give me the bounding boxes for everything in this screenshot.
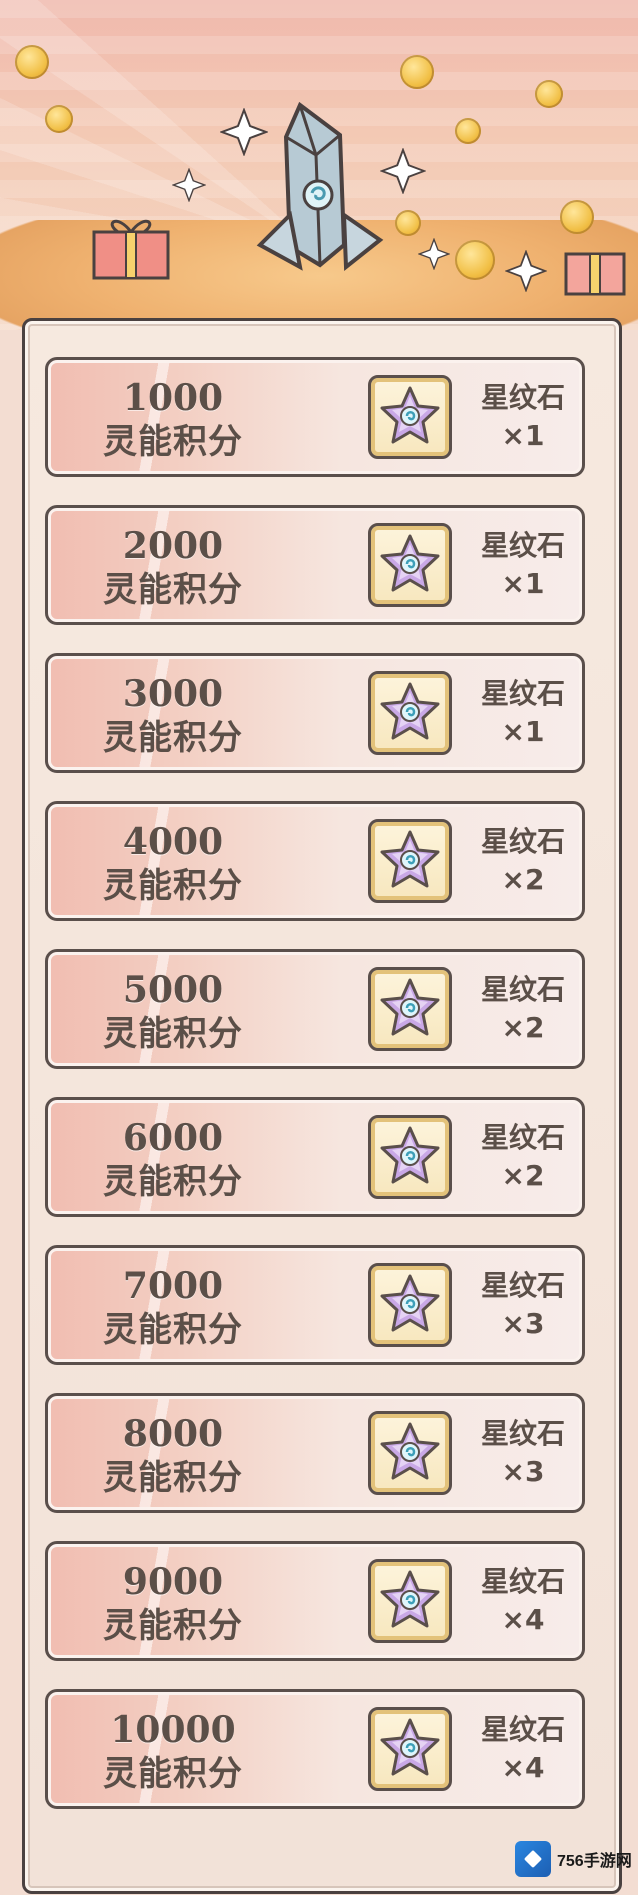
reward-item-quantity: ×1: [501, 567, 545, 600]
reward-row[interactable]: 8000 灵能积分 星纹石 ×3: [45, 1393, 585, 1513]
star-stone-icon: [380, 1570, 440, 1628]
reward-row[interactable]: 2000 灵能积分 星纹石 ×1: [45, 505, 585, 625]
site-logo-icon: [515, 1841, 551, 1877]
star-stone-icon: [380, 1422, 440, 1480]
reward-icon-frame: [368, 1707, 452, 1791]
score-unit-label: 灵能积分: [103, 1606, 243, 1646]
reward-icon-frame: [368, 523, 452, 607]
score-unit-label: 灵能积分: [103, 570, 243, 610]
reward-item-name: 星纹石: [480, 381, 565, 414]
sparkle-icon: [172, 168, 206, 202]
star-stone-icon: [380, 386, 440, 444]
reward-item-quantity: ×2: [501, 1011, 545, 1044]
reward-item-name: 星纹石: [480, 973, 565, 1006]
coin-icon: [535, 80, 563, 108]
score-value: 5000: [122, 969, 224, 1011]
score-value: 3000: [122, 673, 224, 715]
reward-icon-frame: [368, 1263, 452, 1347]
star-stone-icon: [380, 1718, 440, 1776]
score-unit-label: 灵能积分: [103, 866, 243, 906]
coin-icon: [400, 55, 434, 89]
star-stone-icon: [380, 978, 440, 1036]
crystal-icon: [256, 101, 384, 272]
score-unit-label: 灵能积分: [103, 422, 243, 462]
sparkle-icon: [505, 250, 547, 292]
reward-row[interactable]: 5000 灵能积分 星纹石 ×2: [45, 949, 585, 1069]
reward-item-quantity: ×1: [501, 715, 545, 748]
score-unit-label: 灵能积分: [103, 1014, 243, 1054]
coin-icon: [455, 240, 495, 280]
site-watermark: 756手游网: [515, 1837, 633, 1881]
reward-item-name: 星纹石: [480, 677, 565, 710]
reward-item-name: 星纹石: [480, 1121, 565, 1154]
score-value: 8000: [122, 1413, 224, 1455]
coin-icon: [15, 45, 49, 79]
reward-item-name: 星纹石: [480, 1713, 565, 1746]
reward-icon-frame: [368, 671, 452, 755]
score-value: 10000: [110, 1709, 236, 1751]
reward-item-quantity: ×1: [501, 419, 545, 452]
reward-row[interactable]: 4000 灵能积分 星纹石 ×2: [45, 801, 585, 921]
reward-item-name: 星纹石: [480, 529, 565, 562]
star-stone-icon: [380, 534, 440, 592]
gift-box-icon: [564, 252, 626, 296]
reward-row[interactable]: 3000 灵能积分 星纹石 ×1: [45, 653, 585, 773]
score-value: 6000: [122, 1117, 224, 1159]
reward-item-quantity: ×2: [501, 863, 545, 896]
coin-icon: [45, 105, 73, 133]
reward-icon-frame: [368, 967, 452, 1051]
score-unit-label: 灵能积分: [103, 1162, 243, 1202]
score-value: 4000: [122, 821, 224, 863]
coin-icon: [560, 200, 594, 234]
reward-banner: [0, 0, 638, 330]
reward-icon-frame: [368, 1411, 452, 1495]
score-unit-label: 灵能积分: [103, 1754, 243, 1794]
score-unit-label: 灵能积分: [103, 1310, 243, 1350]
reward-item-name: 星纹石: [480, 825, 565, 858]
coin-icon: [455, 118, 481, 144]
reward-row[interactable]: 9000 灵能积分 星纹石 ×4: [45, 1541, 585, 1661]
reward-row[interactable]: 10000 灵能积分 星纹石 ×4: [45, 1689, 585, 1809]
reward-row[interactable]: 7000 灵能积分 星纹石 ×3: [45, 1245, 585, 1365]
sparkle-icon: [418, 238, 450, 270]
star-stone-icon: [380, 1274, 440, 1332]
reward-item-quantity: ×3: [501, 1307, 545, 1340]
star-stone-icon: [380, 1126, 440, 1184]
score-value: 2000: [122, 525, 224, 567]
reward-item-name: 星纹石: [480, 1417, 565, 1450]
reward-row[interactable]: 6000 灵能积分 星纹石 ×2: [45, 1097, 585, 1217]
reward-item-quantity: ×4: [501, 1751, 545, 1784]
star-stone-icon: [380, 682, 440, 740]
score-value: 7000: [122, 1265, 224, 1307]
reward-row[interactable]: 1000 灵能积分 星纹石 ×1: [45, 357, 585, 477]
watermark-text: 756手游网: [557, 1853, 632, 1870]
star-stone-icon: [380, 830, 440, 888]
score-unit-label: 灵能积分: [103, 718, 243, 758]
reward-item-quantity: ×3: [501, 1455, 545, 1488]
score-value: 9000: [122, 1561, 224, 1603]
reward-icon-frame: [368, 1115, 452, 1199]
reward-item-quantity: ×2: [501, 1159, 545, 1192]
reward-icon-frame: [368, 375, 452, 459]
reward-icon-frame: [368, 1559, 452, 1643]
gift-box-icon: [92, 219, 170, 280]
reward-item-name: 星纹石: [480, 1565, 565, 1598]
reward-icon-frame: [368, 819, 452, 903]
score-unit-label: 灵能积分: [103, 1458, 243, 1498]
score-value: 1000: [122, 377, 224, 419]
reward-item-quantity: ×4: [501, 1603, 545, 1636]
reward-item-name: 星纹石: [480, 1269, 565, 1302]
